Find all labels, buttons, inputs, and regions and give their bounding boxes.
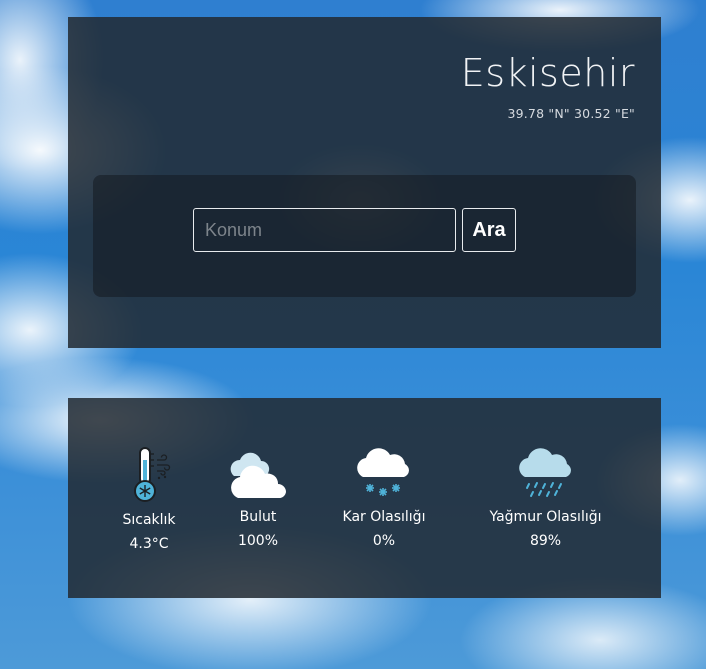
snow-chance-value: 0% (372, 533, 396, 549)
cloud-icon (230, 452, 286, 499)
rain-chance-value: 89% (529, 533, 562, 549)
rain-chance-label: Yağmur Olasılığı (489, 509, 602, 525)
location-panel: Eskisehir 39.78 "N" 30.52 "E" Ara (68, 17, 661, 348)
snow-chance-label: Kar Olasılığı (342, 509, 426, 525)
cloud-label: Bulut (239, 509, 277, 525)
temperature-value: 4.3°C (129, 536, 169, 552)
coordinates: 39.78 "N" 30.52 "E" (507, 106, 635, 121)
search-box: Ara (93, 175, 636, 297)
city-name: Eskisehir (460, 51, 635, 95)
weather-stats-panel: Sıcaklık 4.3°C Bulut 100% Kar Olasılığı … (68, 398, 661, 598)
temperature-label: Sıcaklık (122, 512, 176, 528)
location-search-input[interactable] (193, 208, 456, 252)
rain-cloud-icon (518, 448, 571, 497)
search-button[interactable]: Ara (462, 208, 516, 252)
snow-stat: Kar Olasılığı 0% (336, 446, 432, 549)
snow-cloud-icon (357, 448, 409, 496)
cloud-value: 100% (237, 533, 279, 549)
cloud-stat: Bulut 100% (223, 446, 293, 549)
thermometer-snow-icon (134, 447, 171, 502)
rain-stat: Yağmur Olasılığı 89% (473, 446, 618, 549)
temperature-stat: Sıcaklık 4.3°C (115, 446, 183, 552)
